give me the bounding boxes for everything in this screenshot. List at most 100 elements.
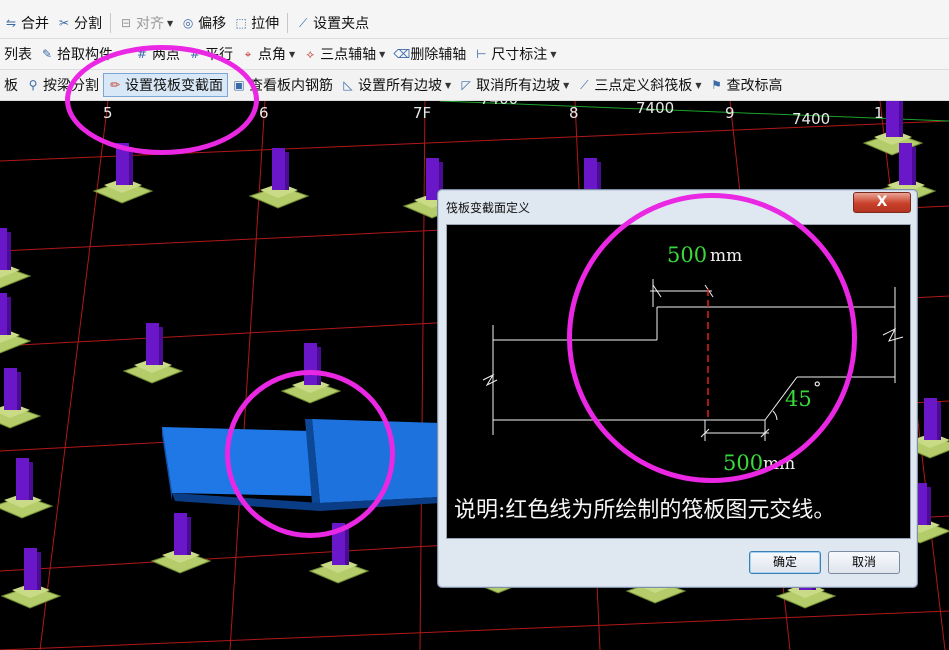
chevron-down-icon: ▼ [695,80,702,90]
three-point-slope-label: 三点定义斜筏板 [594,78,693,94]
offset-icon: ◎ [182,16,194,30]
close-button[interactable]: X [853,192,911,213]
dim-bottom-value: 500 [723,451,764,475]
angle-unit: ° [813,379,822,399]
column [0,293,7,335]
split-beam-icon: ⚲ [28,78,38,92]
offset-button[interactable]: ◎ 偏移 [177,11,230,35]
toolbar-separator [110,13,111,33]
dimension-text: 7400 [792,110,831,128]
column-side [937,402,941,440]
set-grip-label: 设置夹点 [313,16,370,32]
align-icon: ⊟ [120,16,132,30]
split-icon: ✂ [58,16,70,30]
split-label: 分割 [74,16,102,32]
axis-label: 9 [725,104,735,122]
stretch-label: 拉伸 [251,16,280,32]
column-side [7,297,11,335]
column-side [912,147,916,185]
eraser-icon: ⌫ [393,47,411,61]
pick-icon: ✎ [41,47,53,61]
view-rebar-button[interactable]: ▣ 查看板内钢筋 [228,73,337,97]
two-point-icon: # [136,47,148,61]
set-all-slopes-label: 设置所有边坡 [358,78,442,94]
dimension-icon: ⊢ [476,47,487,61]
column [304,343,317,385]
delete-aux-button[interactable]: ⌫ 删除辅轴 [389,42,470,66]
axis-label: 6 [259,104,269,122]
board-label: 板 [4,78,18,94]
column [16,458,29,500]
stretch-button[interactable]: ⬚ 拉伸 [230,11,283,35]
three-point-slope-button[interactable]: ⟋ 三点定义斜筏板 ▼ [573,73,705,97]
column [24,548,37,590]
cancel-slope-icon: ◸ [461,78,471,92]
dialog-title: 筏板变截面定义 [446,201,531,215]
split-button[interactable]: ✂ 分割 [53,11,106,35]
column-side [285,152,289,190]
align-label: 对齐 [136,16,164,32]
axis-label: 5 [103,104,113,122]
align-button[interactable]: ⊟ 对齐 ▼ [115,11,177,35]
chevron-down-icon: ▼ [550,49,557,59]
toolbar-raft: 板 ⚲ 按梁分割 ✏ 设置筏板变截面 ▣ 查看板内钢筋 ◺ 设置所有边坡 ▼ ◸ 取消所有边… [0,70,949,101]
merge-label: 合并 [21,16,49,32]
axis-label: 7F [413,104,432,122]
parallel-button[interactable]: # 平行 [184,42,237,66]
column [174,513,187,555]
toolbar-top-strip [0,0,949,8]
elevation-icon: ⚑ [711,78,722,92]
set-raft-section-button[interactable]: ✏ 设置筏板变截面 [103,73,228,97]
point-angle-label: 点角 [258,47,286,63]
list-label: 列表 [4,47,32,63]
delete-aux-label: 删除辅轴 [410,47,467,63]
set-all-slopes-button[interactable]: ◺ 设置所有边坡 ▼ [337,73,455,97]
chevron-down-icon: ▼ [445,80,452,90]
toolbar-separator [287,13,289,33]
column-side [29,462,33,500]
edit-elevation-button[interactable]: ⚑ 查改标高 [705,73,786,97]
view-rebar-icon: ▣ [233,78,245,92]
two-point-button[interactable]: # 两点 [131,42,184,66]
dimension-text: 7400 [636,101,675,117]
dim-top-unit: mm [710,246,743,266]
angle-value: 45 [785,387,812,411]
dimension-button[interactable]: ⊢ 尺寸标注 ▼ [470,42,560,66]
raft-slab [162,419,440,511]
pick-label: 拾取构件 [57,47,113,63]
chevron-down-icon: ▼ [289,49,296,59]
dialog-titlebar[interactable]: 筏板变截面定义 X [438,190,917,220]
cancel-button[interactable]: 取消 [828,551,900,574]
cancel-all-slopes-button[interactable]: ◸ 取消所有边坡 ▼ [455,73,573,97]
column-side [17,372,21,410]
axis-label: 8 [569,104,579,122]
column [924,398,937,440]
view-rebar-label: 查看板内钢筋 [249,78,333,94]
split-by-beam-button[interactable]: ⚲ 按梁分割 [22,73,103,97]
pick-component-button[interactable]: ✎ 拾取构件 [36,42,117,66]
point-angle-button[interactable]: ⌖ 点角 ▼ [237,42,299,66]
merge-icon: ⇋ [5,16,17,30]
merge-button[interactable]: ⇋ 合并 [0,11,53,35]
column [4,368,17,410]
column-side [7,232,11,270]
three-point-slope-icon: ⟋ [580,78,589,92]
list-button[interactable]: 列表 [0,42,36,66]
raft-section-dialog: 筏板变截面定义 X 500 mm 500 mm 45 ° 说明:红色线为所绘制的… [437,189,918,588]
column-side [37,552,41,590]
column-side [187,517,191,555]
pencil-icon: ✏ [109,78,121,92]
column-side [159,327,163,365]
cancel-all-slopes-label: 取消所有边坡 [476,78,561,94]
toolbar-edit: ⇋ 合并 ✂ 分割 ⊟ 对齐 ▼ ◎ 偏移 ⬚ 拉伸 ⟋ 设置夹点 [0,8,949,39]
three-point-aux-button[interactable]: ⟡ 三点辅轴 ▼ [299,42,389,66]
slope-icon: ◺ [343,78,353,92]
ok-button[interactable]: 确定 [749,551,821,574]
column-side [345,527,349,565]
column [332,523,345,565]
explanation-text: 说明:红色线为所绘制的筏板图元交线。 [454,498,836,523]
board-button[interactable]: 板 [0,73,22,97]
set-grip-button[interactable]: ⟋ 设置夹点 [292,11,373,35]
point-angle-icon: ⌖ [244,47,252,61]
section-outline [482,279,904,441]
